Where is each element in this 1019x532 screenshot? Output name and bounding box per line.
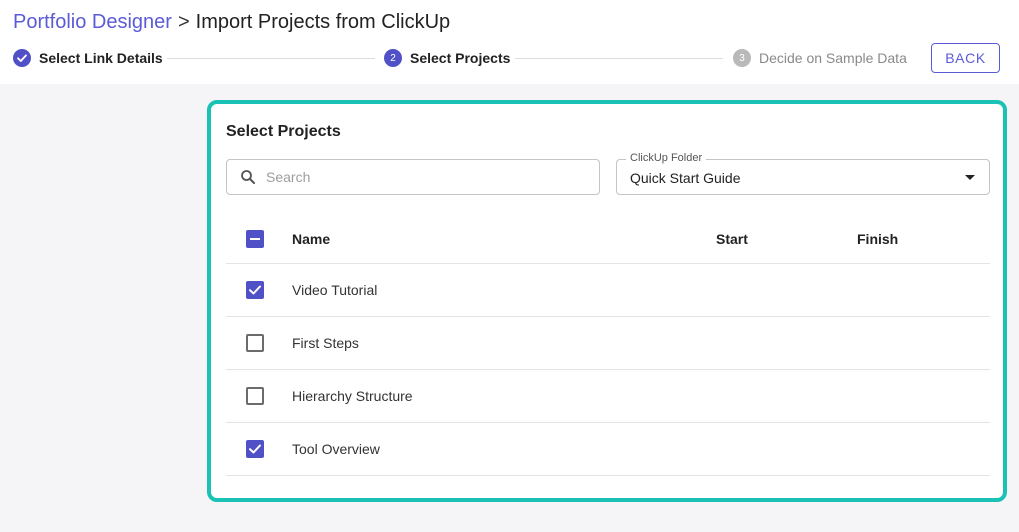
clickup-folder-value: Quick Start Guide — [630, 170, 741, 186]
caret-down-icon — [965, 175, 975, 180]
minus-icon — [250, 237, 260, 240]
step-connector — [515, 58, 723, 59]
search-input[interactable] — [266, 169, 566, 185]
row-checkbox[interactable] — [246, 387, 264, 405]
table-row[interactable]: Hierarchy Structure — [226, 370, 990, 423]
step-select-link-details: Select Link Details — [13, 48, 163, 68]
breadcrumb-portfolio-designer-link[interactable]: Portfolio Designer — [13, 11, 172, 34]
project-name: First Steps — [292, 335, 359, 351]
column-header-finish[interactable]: Finish — [857, 231, 898, 247]
step-select-projects: 2 Select Projects — [384, 48, 510, 68]
step-number-badge: 3 — [733, 49, 751, 67]
step-label: Select Link Details — [39, 50, 163, 66]
page-title: Import Projects from ClickUp — [195, 10, 451, 33]
back-button[interactable]: BACK — [931, 43, 1000, 73]
row-checkbox[interactable] — [246, 334, 264, 352]
clickup-folder-select[interactable]: ClickUp Folder Quick Start Guide — [616, 152, 990, 195]
step-connector — [167, 58, 375, 59]
table-header-row: Name Start Finish — [226, 214, 990, 264]
step-label: Decide on Sample Data — [759, 50, 907, 66]
breadcrumb: Portfolio Designer > Import Projects fro… — [13, 9, 450, 35]
clickup-folder-label: ClickUp Folder — [626, 152, 707, 164]
select-all-checkbox[interactable] — [246, 229, 264, 248]
column-header-name[interactable]: Name — [292, 231, 330, 247]
check-icon — [249, 285, 261, 295]
row-checkbox[interactable] — [246, 440, 264, 458]
project-name: Hierarchy Structure — [292, 388, 413, 404]
table-row[interactable]: Video Tutorial — [226, 264, 990, 317]
row-checkbox[interactable] — [246, 281, 264, 299]
check-icon — [249, 444, 261, 454]
project-name: Tool Overview — [292, 441, 380, 457]
projects-table: Name Start Finish Video Tutorial First S… — [226, 214, 990, 476]
step-label: Select Projects — [410, 50, 511, 66]
top-bar: Portfolio Designer > Import Projects fro… — [0, 0, 1019, 84]
check-icon — [13, 49, 31, 67]
search-field[interactable] — [226, 159, 600, 195]
breadcrumb-separator: > — [177, 10, 190, 33]
project-name: Video Tutorial — [292, 282, 378, 298]
column-header-start[interactable]: Start — [716, 231, 748, 247]
step-decide-on-sample-data: 3 Decide on Sample Data — [733, 48, 907, 68]
select-projects-panel: Select Projects ClickUp Folder Quick Sta… — [207, 100, 1007, 502]
table-row[interactable]: First Steps — [226, 317, 990, 370]
search-icon — [241, 170, 255, 184]
step-number-badge: 2 — [384, 49, 402, 67]
table-row[interactable]: Tool Overview — [226, 423, 990, 476]
panel-title: Select Projects — [226, 123, 341, 140]
stepper: Select Link Details 2 Select Projects 3 … — [13, 48, 913, 70]
